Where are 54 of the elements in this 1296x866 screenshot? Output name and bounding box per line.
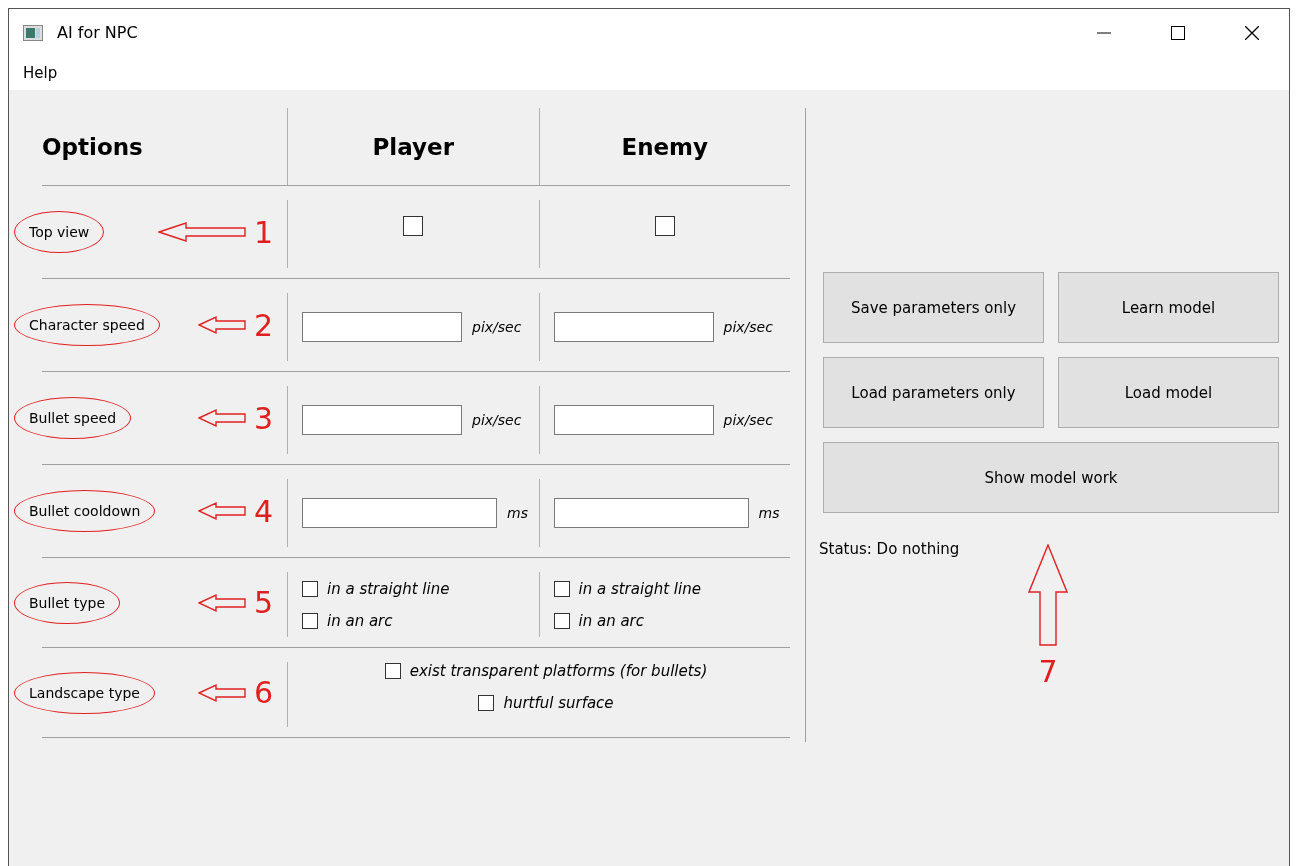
input-field[interactable] xyxy=(553,405,714,435)
status-text: Status: Do nothing xyxy=(819,540,960,558)
annotation-number: 2 xyxy=(253,307,273,343)
checkbox-label: in an arc xyxy=(578,611,644,630)
unit-label: pix/sec xyxy=(472,412,522,428)
column-header: Options xyxy=(42,133,143,160)
checkbox-label: exist transparent platforms (for bullets) xyxy=(409,662,708,680)
annotation-number: 3 xyxy=(253,400,273,436)
annotation-number: 6 xyxy=(253,675,273,710)
arrow-icon xyxy=(197,682,246,703)
action-button[interactable]: Show model work xyxy=(823,442,1279,513)
arrow-icon xyxy=(157,222,246,242)
maximize-icon[interactable] xyxy=(1171,25,1185,40)
annotation-number: 4 xyxy=(253,493,273,529)
unit-label: ms xyxy=(758,505,780,521)
input-field[interactable] xyxy=(302,498,497,528)
input-field[interactable] xyxy=(553,312,714,342)
checkbox[interactable] xyxy=(302,580,318,597)
arrow-icon xyxy=(197,592,246,613)
arrow-icon xyxy=(1028,544,1068,646)
column-header: Enemy xyxy=(621,133,709,160)
checkbox[interactable] xyxy=(478,695,495,711)
unit-label: pix/sec xyxy=(723,319,773,335)
arrow-icon xyxy=(197,315,246,335)
arrow-icon xyxy=(197,501,246,521)
unit-label: pix/sec xyxy=(472,319,522,335)
window-title: AI for NPC xyxy=(57,23,138,42)
annotation-number: 5 xyxy=(253,585,273,620)
input-field[interactable] xyxy=(302,405,462,435)
checkbox-label: in a straight line xyxy=(327,579,450,598)
input-field[interactable] xyxy=(553,498,749,528)
checkbox-label: in an arc xyxy=(327,611,393,630)
input-field[interactable] xyxy=(302,312,462,342)
checkbox[interactable] xyxy=(302,612,318,629)
annotation-number: 1 xyxy=(253,214,273,250)
close-icon[interactable] xyxy=(1245,25,1259,40)
column-header: Player xyxy=(372,133,454,160)
unit-label: pix/sec xyxy=(723,412,773,428)
arrow-icon xyxy=(197,408,246,428)
checkbox[interactable] xyxy=(403,216,424,236)
menu-item[interactable]: Help xyxy=(23,64,58,82)
app-icon xyxy=(23,24,43,41)
action-button[interactable]: Save parameters only xyxy=(823,272,1044,343)
checkbox[interactable] xyxy=(384,663,401,679)
action-button[interactable]: Learn model xyxy=(1058,272,1279,343)
checkbox-label: in a straight line xyxy=(578,579,701,598)
checkbox-label: hurtful surface xyxy=(503,694,614,712)
action-button[interactable]: Load parameters only xyxy=(823,357,1044,428)
checkbox[interactable] xyxy=(553,612,570,629)
checkbox[interactable] xyxy=(553,580,570,597)
unit-label: ms xyxy=(507,505,528,521)
annotation-number: 7 xyxy=(1038,654,1058,689)
checkbox[interactable] xyxy=(654,216,675,236)
action-button[interactable]: Load model xyxy=(1058,357,1279,428)
